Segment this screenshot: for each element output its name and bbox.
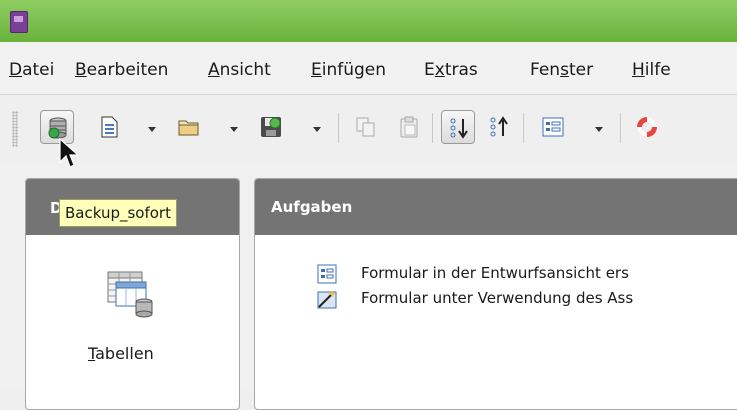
new-document-icon xyxy=(101,116,118,138)
form-design-icon xyxy=(317,264,337,284)
menu-fenster[interactable]: Fenster xyxy=(530,42,593,94)
new-dropdown-arrow[interactable] xyxy=(148,127,156,132)
menu-extras[interactable]: Extras xyxy=(424,42,478,94)
tasks-panel-title: Aufgaben xyxy=(271,198,353,216)
paste-icon xyxy=(400,116,418,138)
tables-icon[interactable] xyxy=(106,270,158,322)
task-form-wizard[interactable]: Formular unter Verwendung des Ass xyxy=(361,289,633,307)
paste-button[interactable] xyxy=(392,110,426,144)
toolbar-grip[interactable] xyxy=(12,111,18,147)
sort-descending-button[interactable] xyxy=(482,110,516,144)
task-form-design[interactable]: Formular in der Entwurfsansicht ers xyxy=(361,264,629,282)
copy-icon xyxy=(356,117,375,137)
sort-ascending-icon xyxy=(450,118,468,139)
sort-ascending-button[interactable] xyxy=(441,110,475,144)
save-button[interactable] xyxy=(254,110,288,144)
tasks-panel-header: Aufgaben xyxy=(255,179,737,235)
menu-datei[interactable]: Datei xyxy=(9,42,54,94)
help-button[interactable] xyxy=(630,110,664,144)
copy-button[interactable] xyxy=(349,110,383,144)
tables-label[interactable]: Tabellen xyxy=(88,344,154,363)
title-bar xyxy=(0,0,737,42)
save-icon xyxy=(261,117,281,137)
help-lifebuoy-icon xyxy=(637,117,657,137)
standard-toolbar xyxy=(0,95,737,161)
menu-einfuegen[interactable]: Einfügen xyxy=(311,42,386,94)
open-folder-icon xyxy=(178,120,199,136)
form-icon xyxy=(542,117,564,137)
base-app-icon xyxy=(10,11,28,33)
menu-ansicht[interactable]: Ansicht xyxy=(208,42,271,94)
menu-hilfe[interactable]: Hilfe xyxy=(632,42,671,94)
form-dropdown-arrow[interactable] xyxy=(595,127,603,132)
form-button[interactable] xyxy=(536,110,570,144)
tooltip: Backup_sofort xyxy=(59,199,177,227)
toolbar-separator xyxy=(432,113,433,143)
new-document-button[interactable] xyxy=(92,110,126,144)
open-dropdown-arrow[interactable] xyxy=(230,127,238,132)
open-button[interactable] xyxy=(172,110,206,144)
tables-label-rest: abellen xyxy=(95,344,154,363)
toolbar-separator xyxy=(523,113,524,143)
database-backup-icon xyxy=(48,117,67,139)
form-wizard-icon xyxy=(317,290,337,309)
toolbar-separator xyxy=(338,113,339,143)
toolbar-separator xyxy=(620,113,621,143)
sort-descending-icon xyxy=(490,116,508,137)
mouse-pointer-icon xyxy=(59,138,80,168)
save-dropdown-arrow[interactable] xyxy=(313,127,321,132)
menu-bar: Datei Bearbeiten Ansicht Einfügen Extras… xyxy=(0,42,737,95)
menu-bearbeiten[interactable]: Bearbeiten xyxy=(75,42,168,94)
